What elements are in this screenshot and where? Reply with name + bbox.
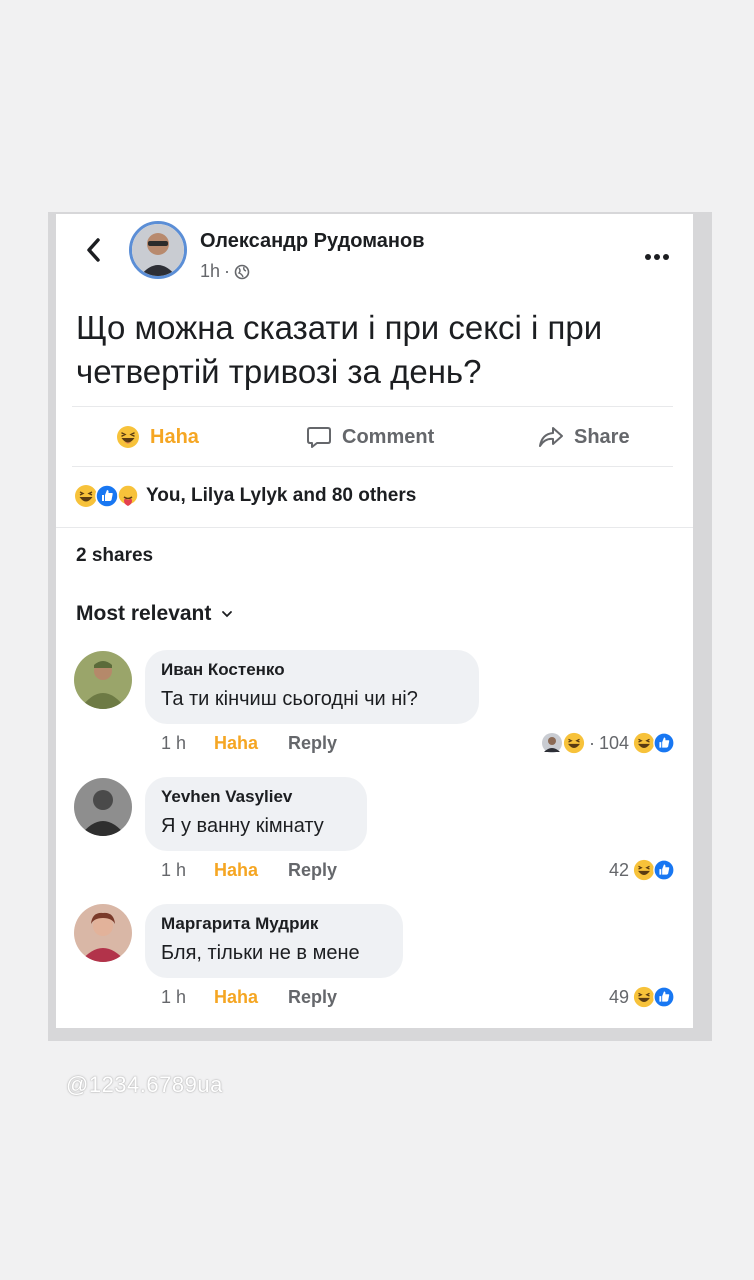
care-emoji-icon xyxy=(117,484,139,506)
post-meta: 1h · xyxy=(200,261,250,282)
comment-label: Comment xyxy=(342,425,435,448)
comment-time[interactable]: 1 h xyxy=(161,733,186,754)
comment-bubble: Маргарита Мудрик Бля, тільки не в мене xyxy=(145,904,403,978)
commenter-name[interactable]: Иван Костенко xyxy=(161,660,461,680)
more-options-button[interactable] xyxy=(643,238,671,269)
comment-haha-button[interactable]: Haha xyxy=(214,860,258,881)
post-card: Олександр Рудоманов 1h · Що можна сказат… xyxy=(56,214,693,1028)
haha-emoji-icon xyxy=(633,732,655,754)
comment-actions: 1 h Haha Reply xyxy=(161,731,337,755)
reactions-summary-text: You, Lilya Lylyk and 80 others xyxy=(146,485,417,506)
comment-actions: 1 h Haha Reply xyxy=(161,858,337,882)
comment-button[interactable]: Comment xyxy=(306,420,434,454)
comment-time[interactable]: 1 h xyxy=(161,860,186,881)
sort-dropdown[interactable]: Most relevant xyxy=(76,602,233,626)
like-emoji-icon xyxy=(653,732,675,754)
haha-reaction-button[interactable]: Haha xyxy=(116,420,199,454)
comment-reply-button[interactable]: Reply xyxy=(288,733,337,754)
globe-icon xyxy=(234,264,250,279)
meta-separator: · xyxy=(224,261,231,281)
divider xyxy=(72,406,673,407)
like-emoji-icon xyxy=(653,986,675,1008)
haha-emoji-icon xyxy=(563,732,585,754)
comment-haha-button[interactable]: Haha xyxy=(214,733,258,754)
author-avatar[interactable] xyxy=(129,221,187,279)
comment-bubble-icon xyxy=(307,427,331,448)
haha-label: Haha xyxy=(150,425,199,448)
divider xyxy=(72,466,673,467)
comment-reply-button[interactable]: Reply xyxy=(288,860,337,881)
comment-bubble: Yevhen Vasyliev Я у ванну кімнату xyxy=(145,777,367,851)
commenter-avatar-image xyxy=(74,778,132,836)
commenter-name[interactable]: Yevhen Vasyliev xyxy=(161,787,349,807)
post-author-name[interactable]: Олександр Рудоманов xyxy=(200,230,425,253)
comment-text: Бля, тільки не в мене xyxy=(161,942,360,964)
chevron-down-icon xyxy=(222,611,233,618)
back-arrow-icon xyxy=(87,238,100,262)
share-arrow-icon xyxy=(539,427,563,447)
like-emoji-icon xyxy=(653,859,675,881)
reactions-summary[interactable]: You, Lilya Lylyk and 80 others xyxy=(74,482,416,510)
post-time[interactable]: 1h xyxy=(200,261,220,282)
shares-count[interactable]: 2 shares xyxy=(76,545,153,567)
reaction-count: 104 xyxy=(598,732,629,753)
comment-actions: 1 h Haha Reply xyxy=(161,985,337,1009)
watermark: @1234.6789ua xyxy=(66,1072,223,1097)
share-label: Share xyxy=(574,425,630,448)
share-button[interactable]: Share xyxy=(538,420,630,454)
haha-emoji-icon xyxy=(633,859,655,881)
comment-text: Я у ванну кімнату xyxy=(161,815,324,837)
post-text: Що можна сказати і при сексі і при четве… xyxy=(76,309,603,390)
comment-time[interactable]: 1 h xyxy=(161,987,186,1008)
comment-reply-button[interactable]: Reply xyxy=(288,987,337,1008)
commenter-avatar-image xyxy=(74,904,132,962)
haha-emoji-icon xyxy=(117,426,139,448)
comment-haha-button[interactable]: Haha xyxy=(214,987,258,1008)
commenter-avatar[interactable] xyxy=(74,651,132,709)
haha-emoji-icon xyxy=(633,986,655,1008)
commenter-name[interactable]: Маргарита Мудрик xyxy=(161,914,385,934)
reaction-count: 49 xyxy=(608,986,629,1007)
author-avatar-image xyxy=(132,224,184,276)
commenter-avatar[interactable] xyxy=(74,904,132,962)
divider xyxy=(56,527,693,528)
back-button[interactable] xyxy=(80,236,108,264)
comment-reaction-count[interactable]: 42 xyxy=(609,857,675,883)
sort-label: Most relevant xyxy=(76,602,212,625)
comment-bubble: Иван Костенко Та ти кінчиш сьогодні чи н… xyxy=(145,650,479,724)
comment-text: Та ти кінчиш сьогодні чи ні? xyxy=(161,688,418,710)
count-separator: · xyxy=(588,732,595,753)
reactor-avatar xyxy=(541,733,562,753)
reaction-count: 42 xyxy=(608,859,629,880)
commenter-avatar[interactable] xyxy=(74,778,132,836)
comment-reaction-count[interactable]: 49 xyxy=(609,984,675,1010)
more-dots-icon xyxy=(645,254,669,260)
comment-reaction-count[interactable]: · 104 xyxy=(541,730,675,756)
commenter-avatar-image xyxy=(74,651,132,709)
